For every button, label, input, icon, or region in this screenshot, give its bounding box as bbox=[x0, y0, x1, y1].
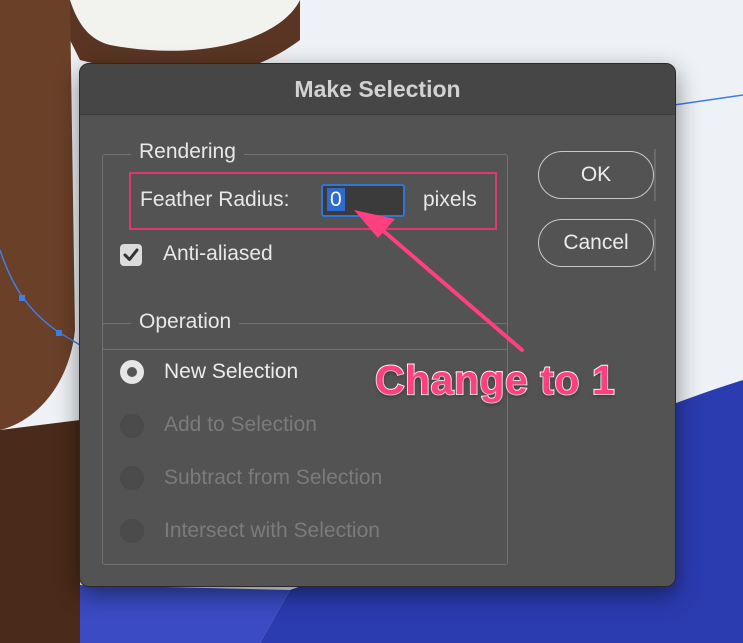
annotation-arrow bbox=[354, 210, 524, 352]
annotation-label: Change to 1 bbox=[374, 356, 616, 404]
